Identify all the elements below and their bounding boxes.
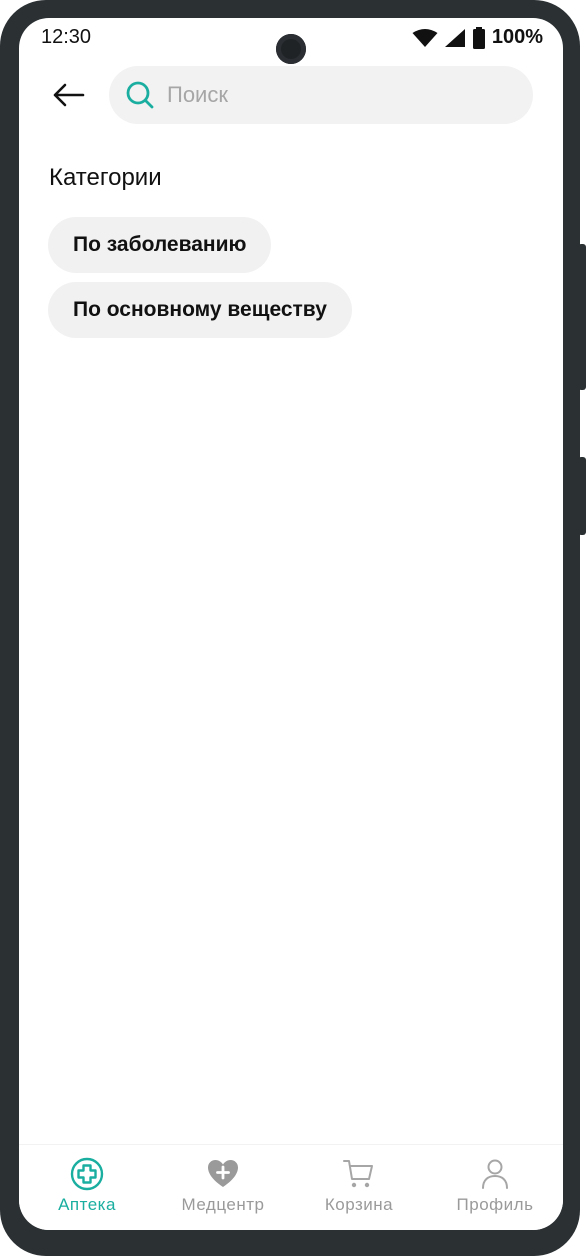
nav-item-cart[interactable]: Корзина bbox=[291, 1145, 427, 1230]
cart-icon bbox=[343, 1160, 373, 1188]
screen: 12:30 100% Поиск Категории По заболевани… bbox=[19, 18, 563, 1230]
status-bar: 12:30 100% bbox=[19, 18, 563, 64]
category-chip-label: По основному веществу bbox=[73, 298, 327, 321]
nav-label: Корзина bbox=[324, 1195, 394, 1214]
user-icon bbox=[482, 1159, 508, 1189]
pharmacy-cross-icon bbox=[70, 1157, 104, 1191]
back-button[interactable] bbox=[49, 78, 89, 112]
battery-icon bbox=[472, 26, 485, 49]
arrow-left-icon bbox=[53, 83, 85, 107]
category-chip-disease[interactable]: По заболеванию bbox=[48, 217, 272, 273]
nav-label: Медцентр bbox=[181, 1195, 265, 1214]
nav-label: Профиль bbox=[456, 1195, 534, 1214]
signal-icon bbox=[444, 28, 465, 47]
search-icon bbox=[126, 81, 154, 109]
category-chip-active-substance[interactable]: По основному веществу bbox=[48, 282, 352, 338]
front-camera bbox=[276, 34, 306, 64]
category-chip-label: По заболеванию bbox=[73, 233, 247, 256]
nav-item-pharmacy[interactable]: Аптека bbox=[19, 1145, 155, 1230]
nav-item-medcenter[interactable]: Медцентр bbox=[155, 1145, 291, 1230]
bottom-nav: Аптека Медцентр Корзина Профиль bbox=[19, 1144, 563, 1230]
status-time: 12:30 bbox=[41, 26, 92, 48]
volume-button bbox=[578, 244, 586, 390]
search-header bbox=[19, 64, 563, 126]
status-icons: 100% bbox=[412, 26, 543, 49]
power-button bbox=[578, 457, 586, 535]
search-input[interactable] bbox=[165, 81, 499, 109]
categories-title: Категории bbox=[49, 164, 162, 191]
battery-percent: 100% bbox=[491, 26, 543, 48]
search-box[interactable] bbox=[109, 66, 533, 124]
nav-item-profile[interactable]: Профиль bbox=[427, 1145, 563, 1230]
wifi-icon bbox=[412, 28, 438, 47]
heart-plus-icon bbox=[208, 1160, 238, 1187]
nav-label: Аптека bbox=[58, 1195, 116, 1214]
